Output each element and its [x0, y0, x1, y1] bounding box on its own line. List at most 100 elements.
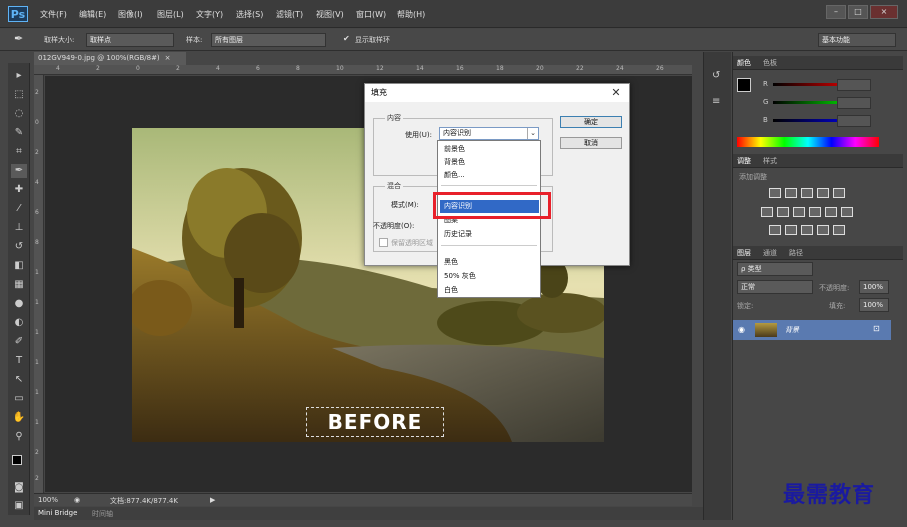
sample-size-select[interactable]: 取样点: [86, 33, 174, 47]
menu-select[interactable]: 选择(S): [236, 9, 263, 20]
dodge-tool-icon[interactable]: ◐: [11, 316, 27, 330]
menu-filter[interactable]: 滤镜(T): [276, 9, 303, 20]
r-value[interactable]: [837, 79, 871, 91]
tab-styles[interactable]: 样式: [763, 156, 777, 166]
option-white[interactable]: 白色: [440, 284, 539, 297]
pen-tool-icon[interactable]: ✐: [11, 335, 27, 349]
layer-name[interactable]: 背景: [785, 325, 799, 335]
vibrance-icon[interactable]: [833, 188, 845, 198]
option-background-color[interactable]: 背景色: [440, 156, 539, 169]
stamp-tool-icon[interactable]: ⊥: [11, 221, 27, 235]
path-select-icon[interactable]: ↖: [11, 373, 27, 387]
invert-icon[interactable]: [769, 225, 781, 235]
tab-timeline[interactable]: 时间轴: [92, 509, 113, 519]
show-ring-checkbox[interactable]: ✔: [343, 34, 350, 43]
hue-icon[interactable]: [761, 207, 773, 217]
menu-image[interactable]: 图像(I): [118, 9, 143, 20]
tab-channels[interactable]: 通道: [763, 248, 777, 258]
tab-color[interactable]: 颜色: [737, 58, 751, 68]
type-tool-icon[interactable]: T: [11, 354, 27, 368]
quick-mask-icon[interactable]: ◙: [11, 481, 27, 495]
workspace-select[interactable]: 基本功能: [818, 33, 896, 47]
color-spectrum[interactable]: [737, 137, 879, 147]
menu-file[interactable]: 文件(F): [40, 9, 67, 20]
brightness-icon[interactable]: [769, 188, 781, 198]
opacity-value[interactable]: 100%: [859, 280, 889, 294]
foreground-color-swatch[interactable]: [12, 455, 22, 465]
status-arrow-icon[interactable]: ▶: [210, 496, 215, 504]
minimize-button[interactable]: –: [826, 5, 846, 19]
tab-adjustments[interactable]: 调整: [737, 156, 751, 166]
curves-icon[interactable]: [801, 188, 813, 198]
eraser-tool-icon[interactable]: ◧: [11, 259, 27, 273]
color-balance-icon[interactable]: [777, 207, 789, 217]
hand-tool-icon[interactable]: ✋: [11, 411, 27, 425]
selective-color-icon[interactable]: [833, 225, 845, 235]
gradient-map-icon[interactable]: [817, 225, 829, 235]
option-color[interactable]: 颜色...: [440, 169, 539, 182]
b-value[interactable]: [837, 115, 871, 127]
layer-row-background[interactable]: ◉ 背景 ⊡: [733, 320, 891, 340]
close-button[interactable]: ×: [870, 5, 898, 19]
menu-edit[interactable]: 编辑(E): [79, 9, 106, 20]
history-panel-icon[interactable]: ↺: [712, 70, 720, 81]
g-value[interactable]: [837, 97, 871, 109]
eyedropper-icon[interactable]: ✒: [14, 32, 23, 45]
layer-filter-select[interactable]: ρ 类型: [737, 262, 813, 276]
ruler-tick: 22: [576, 65, 584, 72]
preserve-checkbox[interactable]: [379, 238, 388, 247]
bw-icon[interactable]: [793, 207, 805, 217]
blur-tool-icon[interactable]: ●: [11, 297, 27, 311]
chevron-down-icon[interactable]: ⌄: [527, 128, 538, 139]
crop-tool-icon[interactable]: ⌗: [11, 145, 27, 159]
menu-view[interactable]: 视图(V): [316, 9, 344, 20]
tab-mini-bridge[interactable]: Mini Bridge: [38, 509, 77, 517]
menu-type[interactable]: 文字(Y): [196, 9, 223, 20]
sample-select[interactable]: 所有图层: [211, 33, 326, 47]
brush-tool-icon[interactable]: ⁄: [11, 202, 27, 216]
option-foreground-color[interactable]: 前景色: [440, 143, 539, 156]
ok-button[interactable]: 确定: [560, 116, 622, 128]
fg-color-chip[interactable]: [737, 78, 751, 92]
menu-layer[interactable]: 图层(L): [157, 9, 184, 20]
channel-mixer-icon[interactable]: [825, 207, 837, 217]
document-tab[interactable]: 012GV949-0.jpg @ 100%(RGB/8#) ×: [34, 52, 186, 65]
option-gray[interactable]: 50% 灰色: [440, 270, 539, 283]
posterize-icon[interactable]: [785, 225, 797, 235]
color-lookup-icon[interactable]: [841, 207, 853, 217]
visibility-eye-icon[interactable]: ◉: [738, 325, 745, 334]
status-icon[interactable]: ◉: [74, 496, 80, 504]
screen-mode-icon[interactable]: ▣: [11, 499, 27, 513]
ruler-tick: 6: [256, 65, 260, 72]
option-black[interactable]: 黑色: [440, 256, 539, 269]
exposure-icon[interactable]: [817, 188, 829, 198]
quick-select-tool-icon[interactable]: ✎: [11, 126, 27, 140]
lasso-tool-icon[interactable]: ◌: [11, 107, 27, 121]
zoom-level[interactable]: 100%: [38, 496, 58, 504]
blend-mode-select[interactable]: 正常: [737, 280, 813, 294]
history-brush-icon[interactable]: ↺: [11, 240, 27, 254]
menu-help[interactable]: 帮助(H): [397, 9, 425, 20]
close-tab-icon[interactable]: ×: [165, 54, 171, 62]
cancel-button[interactable]: 取消: [560, 137, 622, 149]
zoom-tool-icon[interactable]: ⚲: [11, 430, 27, 444]
eyedropper-tool-icon[interactable]: ✒: [11, 164, 27, 178]
shape-tool-icon[interactable]: ▭: [11, 392, 27, 406]
gradient-tool-icon[interactable]: ▦: [11, 278, 27, 292]
tab-layers[interactable]: 图层: [737, 248, 751, 258]
photo-filter-icon[interactable]: [809, 207, 821, 217]
threshold-icon[interactable]: [801, 225, 813, 235]
levels-icon[interactable]: [785, 188, 797, 198]
option-history[interactable]: 历史记录: [440, 228, 539, 241]
move-tool-icon[interactable]: ▸: [11, 69, 27, 83]
healing-tool-icon[interactable]: ✚: [11, 183, 27, 197]
marquee-tool-icon[interactable]: ⬚: [11, 88, 27, 102]
tab-swatches[interactable]: 色板: [763, 58, 777, 68]
properties-panel-icon[interactable]: ≡: [712, 96, 720, 107]
fill-value[interactable]: 100%: [859, 298, 889, 312]
menu-window[interactable]: 窗口(W): [356, 9, 386, 20]
close-icon[interactable]: ✕: [609, 86, 623, 100]
maximize-button[interactable]: □: [848, 5, 868, 19]
tab-paths[interactable]: 路径: [789, 248, 803, 258]
use-select[interactable]: 内容识别: [439, 127, 539, 140]
